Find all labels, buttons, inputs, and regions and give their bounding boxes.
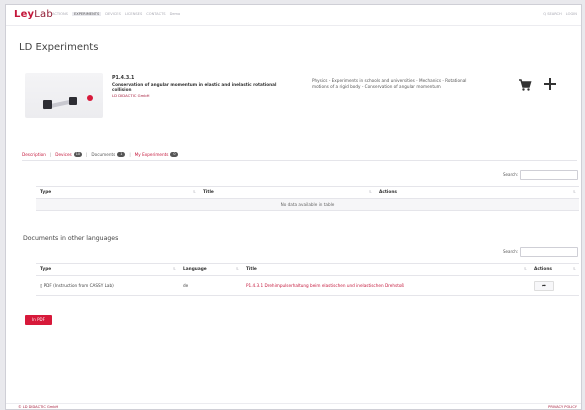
tab-description[interactable]: Description bbox=[22, 152, 46, 157]
column-title[interactable]: Title ⇅ bbox=[242, 263, 530, 276]
cell-language: de bbox=[179, 275, 242, 296]
product-maker[interactable]: LD DIDACTIC GmbH bbox=[112, 93, 297, 98]
tab-divider bbox=[22, 160, 577, 161]
product-name: Conservation of angular momentum in elas… bbox=[112, 82, 277, 92]
pdf-button[interactable]: In PDF bbox=[25, 315, 52, 325]
devices-count-badge: 10 bbox=[73, 152, 83, 157]
login-link[interactable]: LOGIN bbox=[566, 12, 577, 16]
share-button[interactable]: ➦ bbox=[534, 280, 554, 291]
footer-copyright[interactable]: © LD DIDACTIC GmbH bbox=[18, 405, 58, 409]
top-navigation-bar: LeyLab ACTIONS EXPERIMENTS DEVICES LICEN… bbox=[6, 5, 581, 26]
cart-icon[interactable] bbox=[518, 77, 532, 91]
documents-table: Type ⇅ Title ⇅ Actions ⇅ No data available … bbox=[36, 186, 579, 211]
nav-item-devices[interactable]: DEVICES bbox=[105, 12, 121, 16]
footer-privacy-link[interactable]: PRIVACY POLICY bbox=[548, 405, 577, 409]
product-info: P1.4.3.1 Conservation of angular momentu… bbox=[112, 76, 297, 98]
column-actions[interactable]: Actions ⇅ bbox=[530, 263, 579, 276]
table2-search-label: Search: bbox=[503, 249, 519, 254]
main-nav: ACTIONS EXPERIMENTS DEVICES LICENSES CON… bbox=[52, 12, 180, 16]
tab-bar: Description | Devices 10 | Documents 1 |… bbox=[22, 152, 179, 157]
leylab-logo[interactable]: LeyLab bbox=[14, 9, 53, 20]
top-tools: Q SEARCH LOGIN bbox=[543, 12, 577, 16]
section-title-other-languages: Documents in other languages bbox=[23, 235, 119, 242]
table2-search-input[interactable] bbox=[520, 247, 578, 257]
my-experiments-count-badge: 0 bbox=[170, 152, 179, 157]
column-language[interactable]: Language ⇅ bbox=[179, 263, 242, 276]
tab-documents[interactable]: Documents 1 bbox=[91, 152, 126, 157]
column-actions[interactable]: Actions ⇅ bbox=[375, 186, 579, 199]
table1-search-input[interactable] bbox=[520, 170, 578, 180]
page-title: LD Experiments bbox=[19, 42, 99, 53]
product-category: Physics - Experiments in schools and uni… bbox=[312, 78, 467, 89]
cell-type: ▯ PDF (Instruction from CASSY Lab) bbox=[36, 275, 179, 296]
table-row: ▯ PDF (Instruction from CASSY Lab) de P1… bbox=[36, 275, 579, 296]
table1-search-label: Search: bbox=[503, 172, 519, 177]
product-image bbox=[25, 73, 103, 118]
document-title-link[interactable]: P1.4.3.1 Drehimpulserhaltung beim elasti… bbox=[242, 275, 530, 296]
product-code: P1.4.3.1 bbox=[112, 76, 135, 81]
cell-actions: ➦ bbox=[530, 275, 579, 296]
nav-item-contacts[interactable]: CONTACTS bbox=[146, 12, 165, 16]
other-languages-table: Type ⇅ Language ⇅ Title ⇅ Actions ⇅ ▯ PDF (I… bbox=[36, 263, 579, 296]
share-icon: ➦ bbox=[541, 282, 547, 289]
nav-item-experiments[interactable]: EXPERIMENTS bbox=[71, 12, 102, 16]
documents-count-badge: 1 bbox=[117, 152, 126, 157]
tab-devices[interactable]: Devices 10 bbox=[55, 152, 83, 157]
column-type[interactable]: Type ⇅ bbox=[36, 263, 179, 276]
empty-table-message: No data available in table bbox=[36, 198, 579, 211]
column-title[interactable]: Title ⇅ bbox=[199, 186, 375, 199]
plus-icon[interactable] bbox=[543, 76, 557, 90]
search-link[interactable]: Q SEARCH bbox=[543, 12, 562, 16]
browser-window: LeyLab ACTIONS EXPERIMENTS DEVICES LICEN… bbox=[5, 4, 582, 410]
nav-item-actions[interactable]: ACTIONS bbox=[52, 12, 68, 16]
tab-my-experiments[interactable]: My Experiments 0 bbox=[135, 152, 179, 157]
nav-item-licenses[interactable]: LICENSES bbox=[125, 12, 142, 16]
nav-item-demo[interactable]: Demo bbox=[170, 12, 181, 16]
footer: © LD DIDACTIC GmbH PRIVACY POLICY bbox=[6, 403, 581, 409]
column-type[interactable]: Type ⇅ bbox=[36, 186, 199, 199]
file-icon: ▯ bbox=[40, 283, 43, 288]
apparatus-illustration bbox=[42, 95, 93, 111]
